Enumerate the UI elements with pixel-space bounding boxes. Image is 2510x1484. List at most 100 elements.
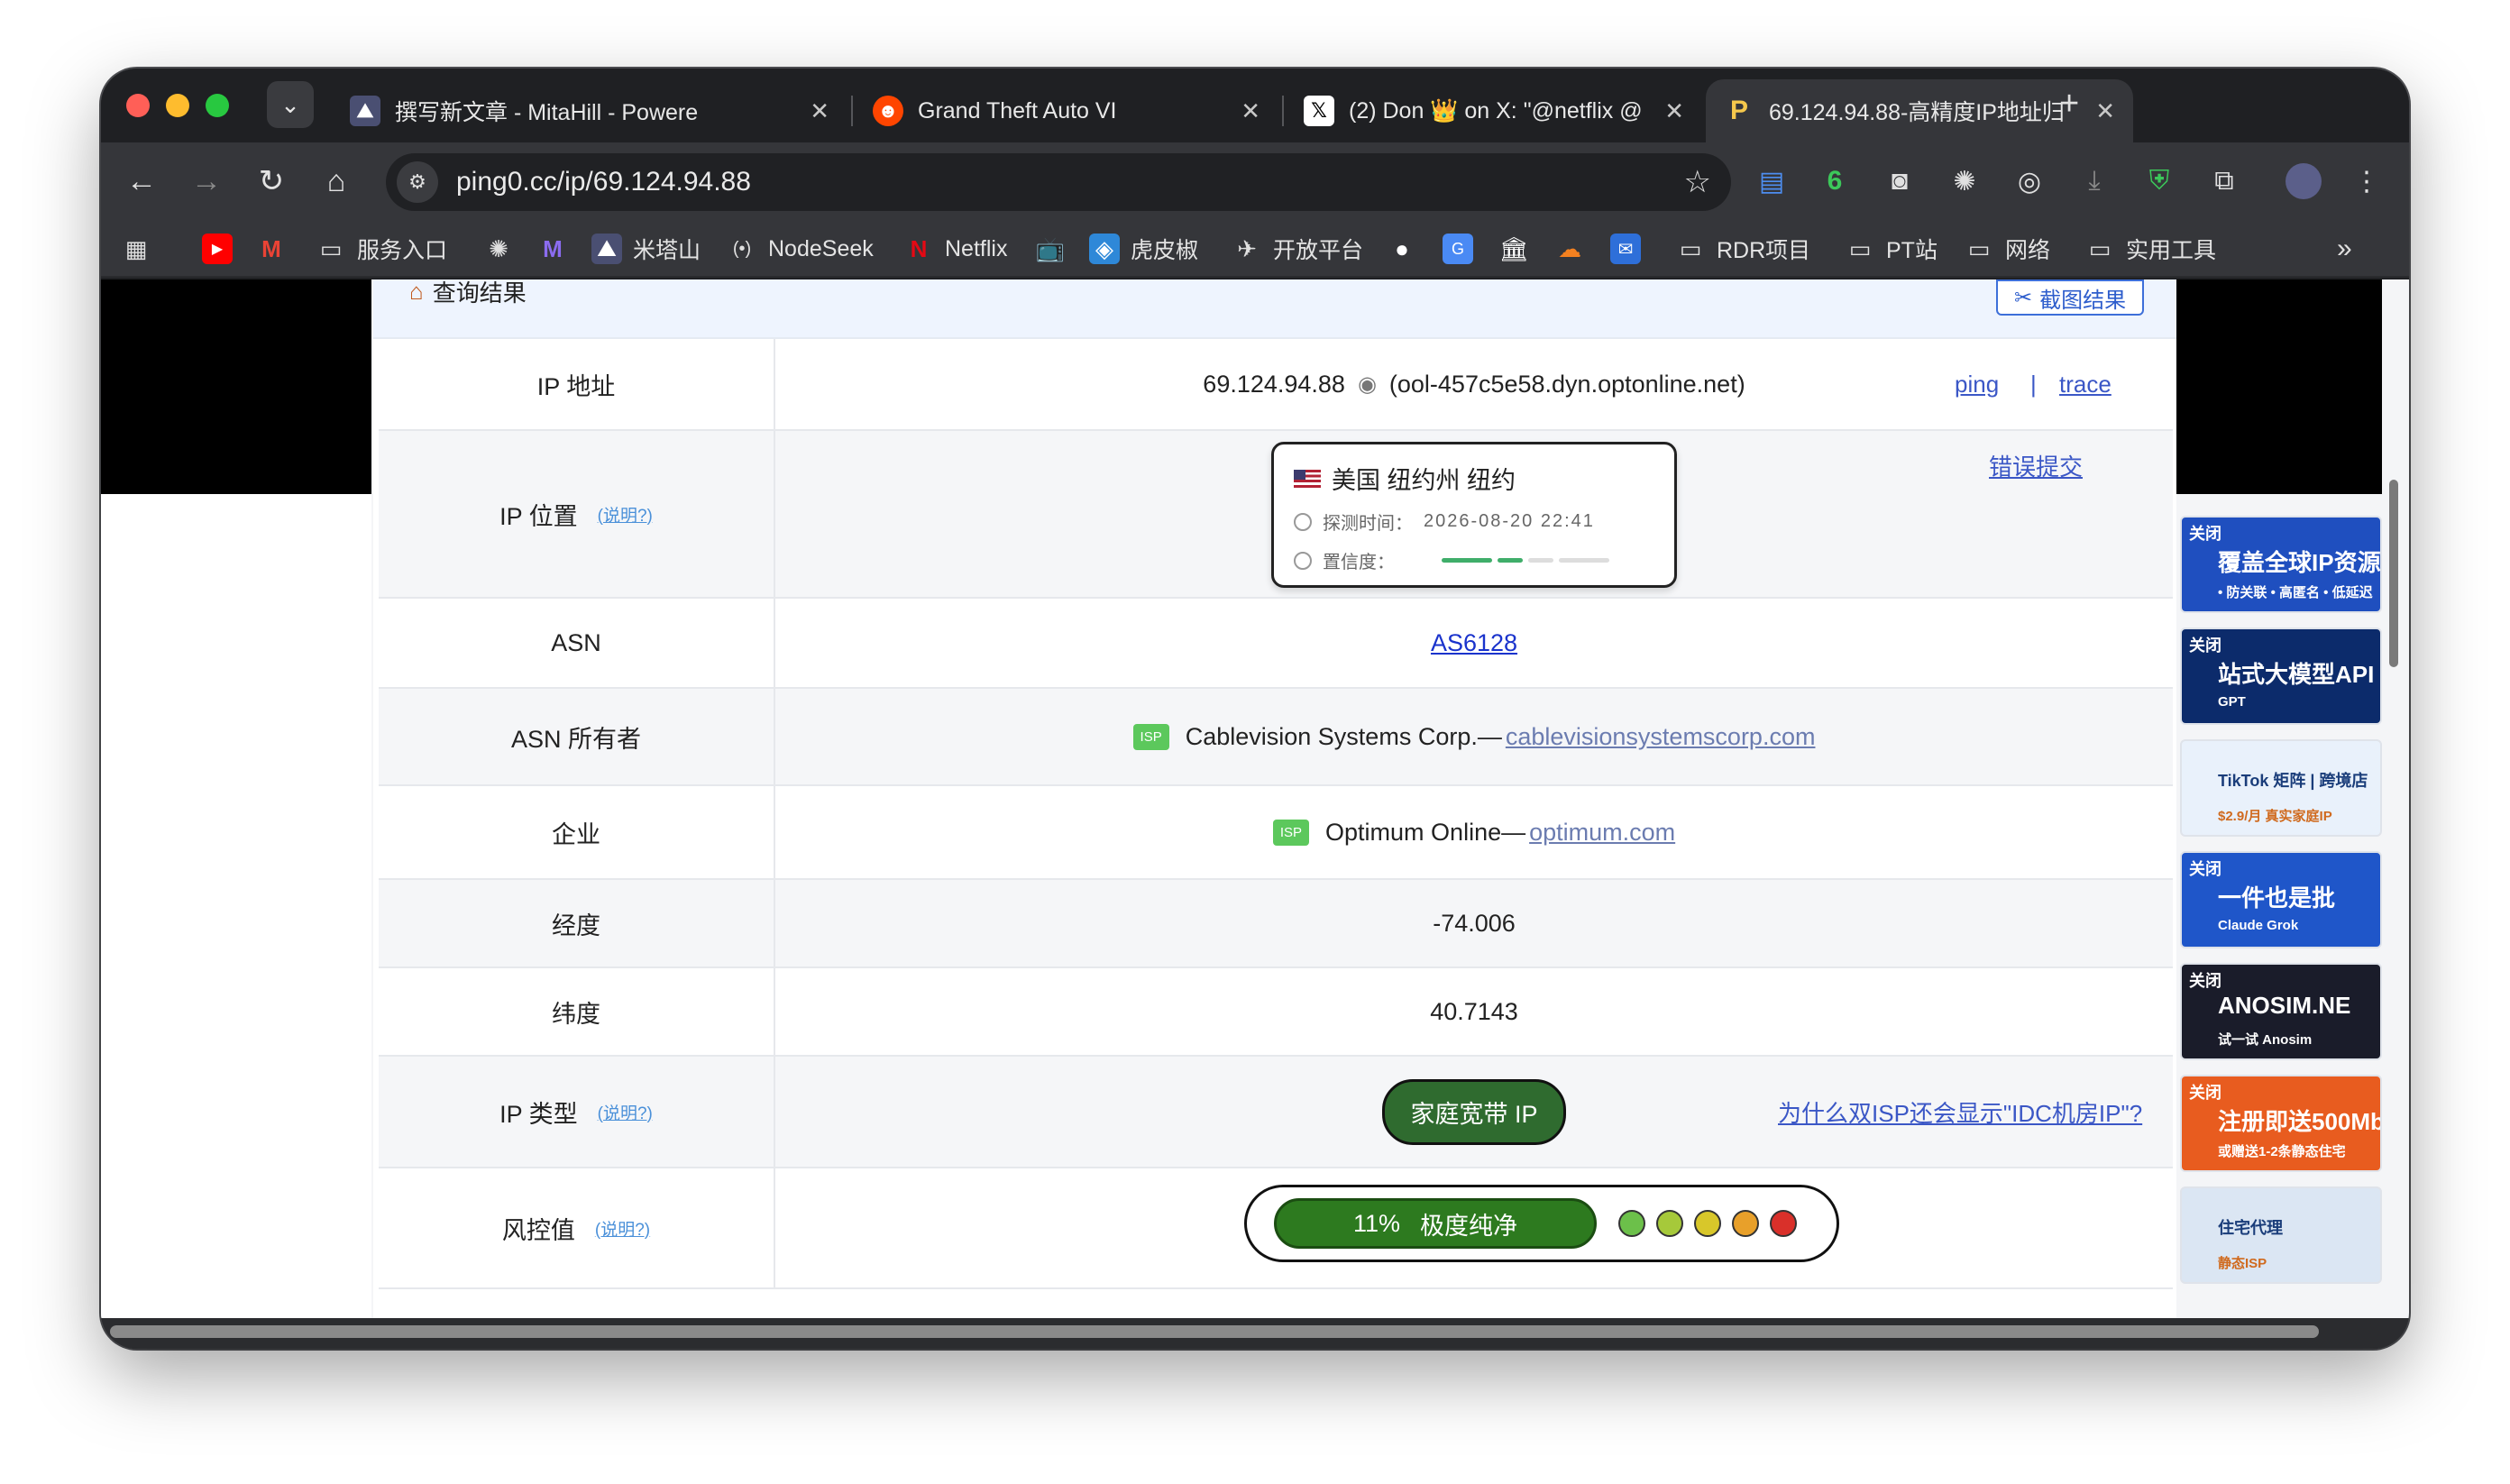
minimize-window-button[interactable] xyxy=(166,94,189,117)
bookmark-star-icon[interactable]: ☆ xyxy=(1684,164,1711,200)
extension-badge-icon[interactable]: 6 xyxy=(1814,160,1855,202)
bookmark-mail[interactable]: ✉ xyxy=(1610,229,1641,269)
vertical-scrollbar[interactable] xyxy=(2389,480,2398,667)
ad-banner[interactable]: 关闭 站式大模型API GPT xyxy=(2180,627,2382,725)
bookmark-xunhupay[interactable]: ◈ 虎皮椒 xyxy=(1089,229,1198,269)
bookmarks-bar: ▦ ▶ M ▭ 服务入口 ✺ M ⛰ 米塔山 (•) NodeSeek N Netfli… xyxy=(101,220,2409,278)
bookmark-label: 米塔山 xyxy=(633,238,701,263)
ip-type-badge: 家庭宽带 IP xyxy=(1382,1078,1566,1145)
bookmark-nodeseek[interactable]: (•) NodeSeek xyxy=(727,229,874,269)
close-tab-icon[interactable]: ✕ xyxy=(2095,97,2115,125)
bookmark-folder-tools[interactable]: ▭ 实用工具 xyxy=(2084,229,2216,269)
ad-banner[interactable]: 关闭 ANOSIM.NE 试一试 Anosim xyxy=(2180,963,2382,1060)
bookmark-mitahill[interactable]: ⛰ 米塔山 xyxy=(591,229,701,269)
tab-separator xyxy=(851,96,853,126)
asn-link[interactable]: AS6128 xyxy=(1431,629,1517,657)
bookmark-folder-pt[interactable]: ▭ PT站 xyxy=(1845,229,1937,269)
tab-search-chevron-icon[interactable]: ⌄ xyxy=(267,81,314,128)
bookmark-github[interactable]: ● xyxy=(1387,229,1417,269)
bookmark-translate[interactable]: G xyxy=(1443,229,1473,269)
screenshot-button[interactable]: ✂ 截图结果 xyxy=(1996,279,2145,316)
why-idc-link[interactable]: 为什么双ISP还会显示"IDC机房IP"? xyxy=(1778,1095,2142,1129)
report-error-link[interactable]: 错误提交 xyxy=(1989,449,2083,482)
trace-link[interactable]: trace xyxy=(2059,371,2112,398)
table-row-ip-type: IP 类型 (说明?) 家庭宽带 IP 为什么双ISP还会显示"IDC机房IP"… xyxy=(379,1057,2173,1168)
browser-menu-icon[interactable]: ⋮ xyxy=(2346,160,2387,202)
horizontal-scrollbar[interactable] xyxy=(101,1318,2409,1349)
proton-icon: M xyxy=(543,234,563,262)
tab-separator xyxy=(1282,96,1284,126)
download-icon[interactable]: ⤓ xyxy=(2074,160,2115,202)
bookmark-museum[interactable]: 🏛 xyxy=(1498,229,1529,269)
bookmark-folder-network[interactable]: ▭ 网络 xyxy=(1964,229,2050,269)
location-label: IP 位置 xyxy=(499,502,578,530)
bookmark-label: Netflix xyxy=(945,235,1008,261)
row-label: 企业 xyxy=(379,786,775,878)
ping-link[interactable]: ping xyxy=(1955,371,1999,398)
help-link[interactable]: (说明?) xyxy=(598,1100,653,1124)
new-tab-icon[interactable]: + xyxy=(2059,85,2079,124)
url-text[interactable]: ping0.cc/ip/69.124.94.88 xyxy=(456,167,1684,197)
table-row-asn: ASN AS6128 xyxy=(379,599,2173,689)
bookmark-proton[interactable]: M xyxy=(537,229,568,269)
tab-gta[interactable]: ☻ Grand Theft Auto VI ✕ xyxy=(855,79,1278,142)
bookmark-label: 虎皮椒 xyxy=(1131,238,1199,263)
openai-extension-icon[interactable]: ✺ xyxy=(1944,160,1985,202)
bookmark-cloudflare[interactable]: ☁ xyxy=(1554,229,1585,269)
home-icon[interactable]: ⌂ xyxy=(316,160,357,202)
org-link[interactable]: optimum.com xyxy=(1529,819,1675,847)
reader-mode-icon[interactable]: ▤ xyxy=(1751,160,1792,202)
result-title-label: 查询结果 xyxy=(432,279,527,307)
forward-icon[interactable]: → xyxy=(186,160,227,202)
horizontal-scroll-thumb[interactable] xyxy=(110,1325,2319,1338)
help-link[interactable]: (说明?) xyxy=(595,1216,650,1241)
help-link[interactable]: (说明?) xyxy=(598,502,653,527)
bookmark-openai[interactable]: ✺ xyxy=(483,229,514,269)
ad-headline: 住宅代理 xyxy=(2218,1219,2283,1237)
ad-banner[interactable]: 关闭 一件也是批 Claude Grok xyxy=(2180,851,2382,948)
ad-close-button[interactable]: 关闭 xyxy=(2189,857,2221,880)
close-window-button[interactable] xyxy=(126,94,150,117)
ad-banner[interactable]: 关闭 覆盖全球IP资源 • 防关联 • 高匿名 • 低延迟 xyxy=(2180,516,2382,613)
bookmark-open-platform[interactable]: ✈ 开放平台 xyxy=(1232,229,1363,269)
gmail-icon: M xyxy=(261,234,281,262)
bookmark-youtube[interactable]: ▶ xyxy=(202,229,233,269)
fullscreen-window-button[interactable] xyxy=(206,94,229,117)
translate-icon: G xyxy=(1443,234,1473,264)
apps-grid-icon[interactable]: ▦ xyxy=(121,229,151,269)
bookmark-folder-services[interactable]: ▭ 服务入口 xyxy=(316,229,447,269)
ad-banner[interactable]: 关闭注册即送500Mb动态或赠送1-2条静态住宅 xyxy=(2180,1075,2382,1172)
bookmark-folder-rdr[interactable]: ▭ RDR项目 xyxy=(1675,229,1810,269)
table-row-longitude: 经度 -74.006 xyxy=(379,880,2173,968)
ad-banner[interactable]: TikTok 矩阵 | 跨境店 $2.9/月 真实家庭IP xyxy=(2180,739,2382,837)
tab-x[interactable]: 𝕏 (2) Don 👑 on X: "@netflix @ ✕ xyxy=(1286,79,1702,142)
asn-owner-link[interactable]: cablevisionsystemscorp.com xyxy=(1506,723,1816,751)
ip-label: IP 地址 xyxy=(536,372,616,400)
shield-icon[interactable]: ⛨ xyxy=(2139,160,2180,202)
ad-close-button[interactable]: 关闭 xyxy=(2189,521,2221,545)
ad-close-button[interactable]: 关闭 xyxy=(2189,633,2221,656)
back-icon[interactable]: ← xyxy=(121,160,162,202)
avatar[interactable] xyxy=(2283,160,2324,202)
screenshot-button-label: 截图结果 xyxy=(2039,288,2127,313)
more-bookmarks-chevron-icon[interactable]: » xyxy=(2337,229,2352,269)
close-tab-icon[interactable]: ✕ xyxy=(1664,97,1684,125)
ad-close-button[interactable]: 关闭 xyxy=(2189,968,2221,992)
tab-mitahill[interactable]: ⛰ 撰写新文章 - MitaHill - Powere ✕ xyxy=(332,79,847,142)
spy-extension-icon[interactable]: ◎ xyxy=(2009,160,2050,202)
close-tab-icon[interactable]: ✕ xyxy=(1241,97,1260,125)
close-tab-icon[interactable]: ✕ xyxy=(810,97,829,125)
ghost-extension-icon[interactable]: ◙ xyxy=(1879,160,1920,202)
bookmark-gmail[interactable]: M xyxy=(256,229,287,269)
site-info-icon[interactable]: ⚙ xyxy=(397,161,438,203)
asn-owner-name: Cablevision Systems Corp.— xyxy=(1185,722,1502,750)
bookmark-netflix[interactable]: N Netflix xyxy=(903,229,1008,269)
reload-icon[interactable]: ↻ xyxy=(251,160,292,202)
bookmark-bilibili[interactable]: 📺 xyxy=(1035,229,1066,269)
eye-icon[interactable]: ◉ xyxy=(1358,371,1377,398)
address-bar[interactable]: ⚙ ping0.cc/ip/69.124.94.88 ☆ xyxy=(386,153,1731,211)
location-card: 美国 纽约州 纽约 探测时间： 2026-08-20 22:41 置信度： xyxy=(1271,442,1677,588)
extensions-puzzle-icon[interactable]: ⧉ xyxy=(2203,160,2245,202)
ad-close-button[interactable]: 关闭 xyxy=(2189,1080,2221,1104)
ad-banner[interactable]: 住宅代理 静态ISP xyxy=(2180,1186,2382,1284)
